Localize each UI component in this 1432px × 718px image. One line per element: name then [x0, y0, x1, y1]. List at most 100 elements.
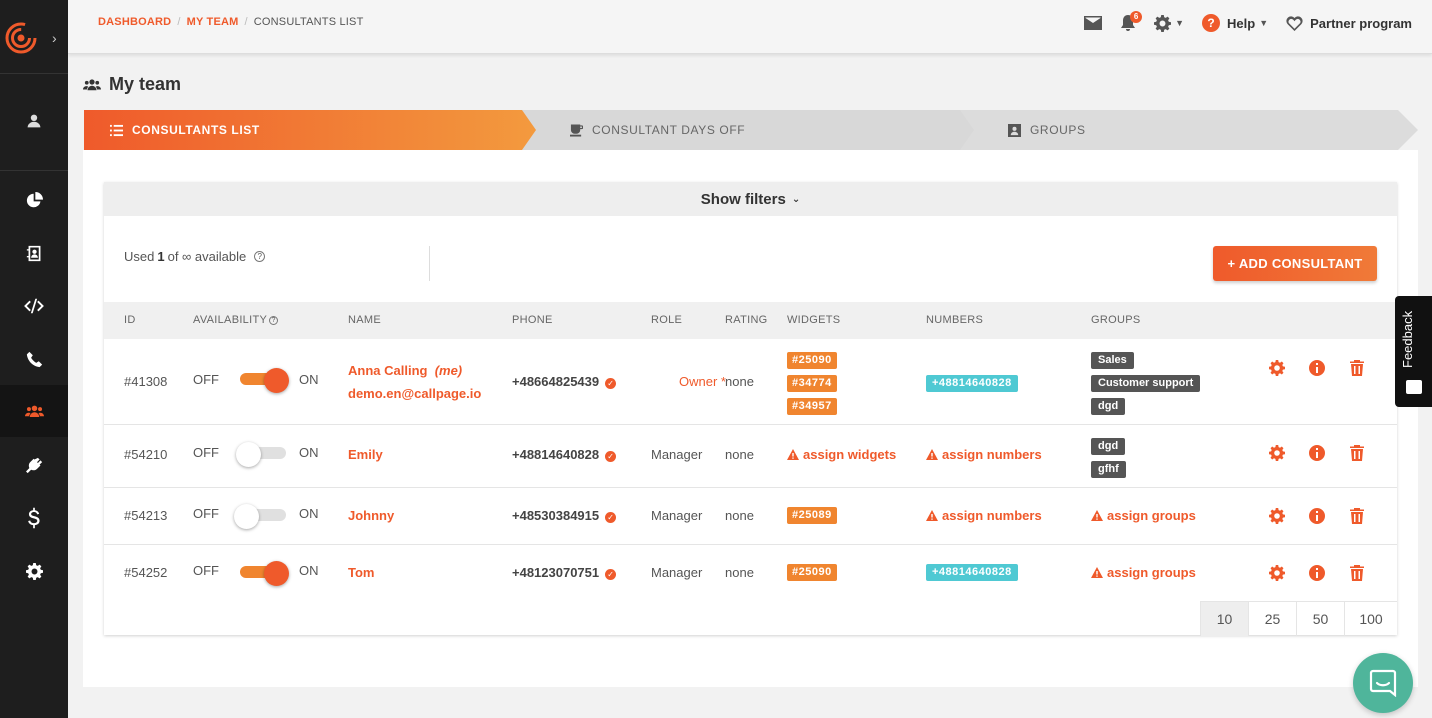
list-icon	[110, 124, 123, 136]
group-tag[interactable]: Sales	[1091, 352, 1134, 369]
breadcrumb-my-team[interactable]: MY TEAM	[187, 16, 239, 28]
consultant-name-link[interactable]: Anna Calling (me)	[348, 363, 462, 378]
wizard-tabs: CONSULTANTS LIST CONSULTANT DAYS OFF GRO…	[84, 110, 1418, 150]
consultant-name-link[interactable]: Emily	[348, 447, 383, 462]
consultant-rating: none	[725, 374, 754, 389]
page-size-25[interactable]: 25	[1249, 602, 1297, 636]
verified-icon: ✓	[605, 512, 617, 523]
sidebar-item-team[interactable]	[0, 385, 68, 437]
page-size-100[interactable]: 100	[1345, 602, 1397, 636]
breadcrumb-current: CONSULTANTS LIST	[253, 16, 364, 28]
sidebar-divider	[0, 170, 68, 171]
consultant-role: Manager	[651, 508, 703, 523]
consultant-rating: none	[725, 565, 754, 580]
consultant-name: Anna Calling	[348, 363, 428, 378]
logo-icon	[5, 22, 37, 54]
expand-chevron-icon[interactable]: ›	[52, 30, 57, 46]
settings-dropdown[interactable]: ▼	[1154, 14, 1184, 32]
user-icon	[27, 114, 41, 128]
page-size-10[interactable]: 10	[1201, 602, 1249, 636]
info-button[interactable]	[1309, 508, 1325, 524]
usage-prefix: Used	[124, 249, 155, 264]
availability-toggle[interactable]	[234, 504, 286, 529]
tab-groups[interactable]: GROUPS	[960, 110, 1418, 150]
widget-tag[interactable]: #25090	[787, 564, 837, 581]
edit-settings-button[interactable]	[1269, 508, 1285, 524]
trash-icon	[1350, 565, 1364, 581]
show-filters-toggle[interactable]: Show filters ⌄	[104, 182, 1397, 216]
sidebar-item-integrations[interactable]	[0, 439, 68, 491]
breadcrumb-separator: /	[177, 16, 181, 28]
chevron-down-icon: ▼	[1259, 18, 1269, 28]
availability-toggle[interactable]	[236, 442, 286, 467]
warning-label: assign numbers	[942, 508, 1042, 523]
help-tooltip-icon[interactable]: ?	[269, 315, 279, 325]
sidebar-item-code[interactable]	[0, 280, 68, 332]
info-button[interactable]	[1309, 445, 1325, 461]
assign-numbers-link[interactable]: assign numbers	[926, 447, 1042, 462]
sidebar-item-statistics[interactable]	[0, 174, 68, 226]
pie-chart-icon	[26, 191, 43, 207]
breadcrumb-dashboard[interactable]: DASHBOARD	[98, 16, 171, 28]
sidebar-item-calls[interactable]	[0, 333, 68, 385]
notifications-button[interactable]: 6	[1120, 10, 1143, 32]
assign-numbers-link[interactable]: assign numbers	[926, 508, 1042, 523]
assign-widgets-link[interactable]: assign widgets	[787, 447, 896, 462]
tab-consultants-list[interactable]: CONSULTANTS LIST	[84, 110, 536, 150]
widget-tag[interactable]: #34774	[787, 375, 837, 392]
availability-toggle[interactable]	[240, 561, 290, 586]
consultant-name-link[interactable]: Johnny	[348, 508, 394, 523]
widget-tag[interactable]: #25089	[787, 507, 837, 524]
edit-settings-button[interactable]	[1269, 565, 1285, 581]
feedback-tab[interactable]: Feedback	[1395, 296, 1432, 407]
delete-button[interactable]	[1349, 445, 1365, 461]
edit-settings-button[interactable]	[1269, 360, 1285, 376]
usage-suffix: of ∞ available	[167, 249, 247, 264]
help-tooltip-icon[interactable]: ?	[254, 251, 266, 262]
page-size-50[interactable]: 50	[1297, 602, 1345, 636]
group-tag[interactable]: gfhf	[1091, 461, 1126, 478]
info-icon	[1309, 565, 1325, 581]
chat-launcher-button[interactable]	[1353, 653, 1413, 713]
assign-groups-link[interactable]: assign groups	[1091, 565, 1196, 580]
help-dropdown[interactable]: ? Help ▼	[1202, 14, 1268, 32]
info-button[interactable]	[1309, 565, 1325, 581]
group-tag[interactable]: dgd	[1091, 398, 1126, 415]
group-tag[interactable]: Customer support	[1091, 375, 1201, 392]
verified-icon: ✓	[605, 378, 617, 389]
tab-consultant-days-off[interactable]: CONSULTANT DAYS OFF	[522, 110, 974, 150]
group-tag[interactable]: dgd	[1091, 438, 1126, 455]
sidebar-item-settings[interactable]	[0, 545, 68, 597]
callpage-logo[interactable]: ›	[0, 0, 68, 74]
consultant-email-link[interactable]: demo.en@callpage.io	[348, 386, 481, 401]
partner-program-link[interactable]: Partner program	[1286, 16, 1412, 31]
number-tag[interactable]: +48814640828	[926, 375, 1018, 392]
consultant-phone: +48664825439 ✓	[512, 374, 617, 389]
chat-icon	[1369, 669, 1397, 697]
assign-groups-link[interactable]: assign groups	[1091, 508, 1196, 523]
sidebar-item-contacts[interactable]	[0, 227, 68, 279]
consultant-id: #41308	[124, 374, 168, 389]
widget-tag[interactable]: #25090	[787, 352, 837, 369]
info-button[interactable]	[1309, 360, 1325, 376]
add-consultant-button[interactable]: + ADD CONSULTANT	[1213, 246, 1377, 281]
consultant-rating: none	[725, 508, 754, 523]
sidebar-item-profile[interactable]	[0, 95, 68, 147]
warning-label: assign numbers	[942, 447, 1042, 462]
gear-icon	[1269, 445, 1285, 461]
delete-button[interactable]	[1349, 360, 1365, 376]
messages-button[interactable]	[1084, 16, 1103, 30]
widget-tag[interactable]: #34957	[787, 398, 837, 415]
availability-on-label: ON	[299, 506, 319, 521]
availability-toggle[interactable]	[240, 368, 290, 393]
usage-count: 1	[157, 249, 165, 264]
number-tag[interactable]: +48814640828	[926, 564, 1018, 581]
edit-settings-button[interactable]	[1269, 445, 1285, 461]
consultant-name-link[interactable]: Tom	[348, 565, 374, 580]
delete-button[interactable]	[1349, 565, 1365, 581]
phone-number: +48123070751	[512, 565, 600, 580]
column-header-label: AVAILABILITY	[193, 314, 268, 326]
show-filters-label: Show filters	[700, 190, 786, 208]
sidebar-item-billing[interactable]	[0, 492, 68, 544]
delete-button[interactable]	[1349, 508, 1365, 524]
